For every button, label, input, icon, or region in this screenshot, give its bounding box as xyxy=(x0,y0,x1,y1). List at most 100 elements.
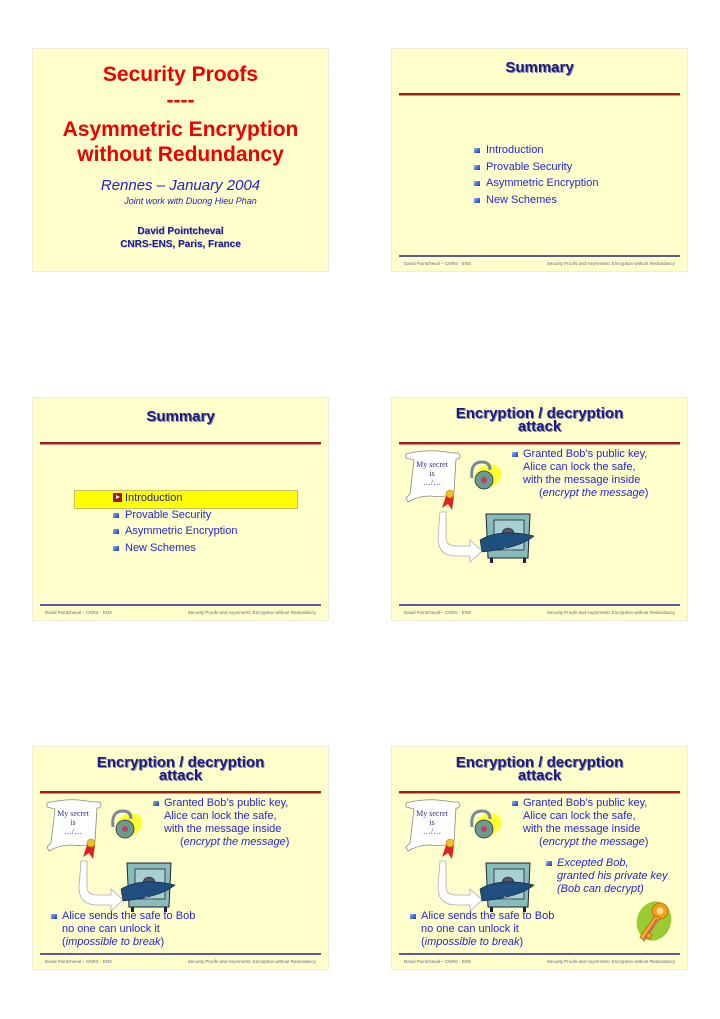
text-line: Excepted Bob, xyxy=(557,857,629,869)
footer-title: Security Proofs and Asymmetric Encryptio… xyxy=(187,959,316,964)
footer-title: Security Proofs and Asymmetric Encryptio… xyxy=(546,610,675,615)
paren: ) xyxy=(519,936,524,948)
footer-rule xyxy=(399,953,680,955)
footer-rule xyxy=(399,255,680,257)
safe-label: Bob xyxy=(504,896,513,902)
footer-rule xyxy=(40,953,321,955)
scroll-text-1: My secret xyxy=(416,460,449,469)
bullet-icon xyxy=(113,512,119,518)
footer-title: Security Proofs and Asymmetric Encryptio… xyxy=(546,261,675,266)
safe-icon: Bob xyxy=(120,862,176,912)
text-line: granted his private key xyxy=(557,870,668,882)
bullet-icon xyxy=(113,529,119,534)
bullet-icon xyxy=(410,914,416,919)
cover-subtitle-line1: Asymmetric Encryption xyxy=(62,118,299,141)
summary-list: Introduction Provable Security Asymmetri… xyxy=(474,142,598,208)
slide-title: Summary xyxy=(146,408,215,425)
paren: ) xyxy=(644,487,649,499)
scroll-text-2: is xyxy=(429,818,434,827)
safe-icon: Bob xyxy=(479,862,535,912)
bullet-icon xyxy=(474,164,480,170)
text-line: with the message inside xyxy=(523,823,641,835)
paren: ) xyxy=(160,936,165,948)
paren: ) xyxy=(285,836,290,848)
bullet-icon xyxy=(474,181,480,186)
italic-text: encrypt the message xyxy=(183,836,286,848)
slide-4-encryption: Encryption / decryption attack My secret… xyxy=(392,398,687,620)
cover-institution: CNRS-ENS, Paris, France xyxy=(120,239,241,250)
bullet-public-key: Granted Bob’s public key, Alice can lock… xyxy=(153,797,289,849)
slide-3-summary: Summary Introduction Provable Security A… xyxy=(33,398,328,620)
safe-label: Bob xyxy=(504,547,513,553)
scroll-text-2: is xyxy=(70,818,75,827)
text-line: no one can unlock it xyxy=(421,923,519,935)
footer-author: David Pointcheval – CNRS - ENS xyxy=(404,261,472,266)
safe-icon: Bob xyxy=(479,513,535,563)
cover-author: David Pointcheval xyxy=(137,226,224,237)
text-line: Granted Bob’s public key, xyxy=(164,797,289,809)
footer-rule xyxy=(40,604,321,606)
footer-author: David Pointcheval – CNRS - ENS xyxy=(45,610,113,615)
text-line: no one can unlock it xyxy=(62,923,160,935)
list-item: Provable Security xyxy=(113,507,237,524)
text-line: (encrypt the message) xyxy=(523,487,648,500)
text-line: (Bob can decrypt) xyxy=(557,883,644,895)
cover-title: Security Proofs xyxy=(102,63,259,86)
cover-joint-work: Joint work with Duong Hieu Phan xyxy=(124,196,257,206)
list-item: Introduction xyxy=(474,142,598,159)
bullet-icon xyxy=(51,914,57,919)
bullet-icon xyxy=(512,452,518,457)
safe-label: Bob xyxy=(145,896,154,902)
slide-title: Summary xyxy=(505,59,574,76)
list-item-label: New Schemes xyxy=(125,541,196,554)
slide-title: Encryption / decryption attack xyxy=(392,755,687,783)
italic-text: impossible to break xyxy=(424,936,520,948)
scroll-text-3: …/… xyxy=(423,478,441,487)
arrow-icon xyxy=(437,860,483,912)
text-line: (encrypt the message) xyxy=(523,836,648,849)
list-item-label: New Schemes xyxy=(486,193,557,206)
slide-title: Encryption / decryption attack xyxy=(392,406,687,435)
bullet-send-safe: Alice sends the safe to Bob no one can u… xyxy=(51,910,195,949)
list-item-label: Asymmetric Encryption xyxy=(486,177,599,189)
text-line: (impossible to break) xyxy=(62,936,195,949)
bullet-icon xyxy=(546,861,552,866)
cover-subtitle: Asymmetric Encryption without Redundancy xyxy=(33,117,328,167)
scroll-text-3: …/… xyxy=(423,827,441,836)
list-item: New Schemes xyxy=(113,540,237,557)
footer-author: David Pointcheval – CNRS - ENS xyxy=(45,959,113,964)
title-rule xyxy=(40,791,321,793)
italic-text: impossible to break xyxy=(65,936,161,948)
list-item-label: Provable Security xyxy=(486,160,573,173)
footer-title: Security Proofs and Asymmetric Encryptio… xyxy=(546,959,675,964)
text-line: Alice can lock the safe, xyxy=(164,810,277,822)
bullet-public-key: Granted Bob’s public key, Alice can lock… xyxy=(512,797,648,849)
bullet-private-key: Excepted Bob, granted his private key (B… xyxy=(546,857,668,896)
text-line: (impossible to break) xyxy=(421,936,554,949)
scroll-text-3: …/… xyxy=(64,827,82,836)
slide-2-summary: Summary Introduction Provable Security A… xyxy=(392,49,687,271)
list-item: Asymmetric Encryption xyxy=(474,175,598,192)
text-line: Granted Bob’s public key, xyxy=(523,448,648,460)
bullet-icon xyxy=(153,801,159,806)
list-item-label: Asymmetric Encryption xyxy=(125,525,238,537)
paren: ) xyxy=(644,836,649,848)
italic-text: encrypt the message xyxy=(542,487,645,499)
list-item: New Schemes xyxy=(474,192,598,209)
text-line: (encrypt the message) xyxy=(164,836,289,849)
footer-title: Security Proofs and Asymmetric Encryptio… xyxy=(187,610,316,615)
title-rule xyxy=(399,791,680,793)
bullet-icon xyxy=(512,801,518,806)
list-item: Provable Security xyxy=(474,159,598,176)
footer-author: David Pointcheval – CNRS - ENS xyxy=(404,610,472,615)
text-line: Alice can lock the safe, xyxy=(523,461,636,473)
bullet-send-safe: Alice sends the safe to Bob no one can u… xyxy=(410,910,554,949)
list-item-label: Introduction xyxy=(486,144,544,156)
slide-6-encryption: Encryption / decryption attack My secret… xyxy=(392,747,687,969)
padlock-icon xyxy=(470,809,502,839)
slide-title-line2: attack xyxy=(517,418,562,435)
title-rule xyxy=(399,442,680,444)
arrow-icon xyxy=(437,511,483,563)
scroll-text-1: My secret xyxy=(57,809,90,818)
slide-5-encryption: Encryption / decryption attack My secret… xyxy=(33,747,328,969)
